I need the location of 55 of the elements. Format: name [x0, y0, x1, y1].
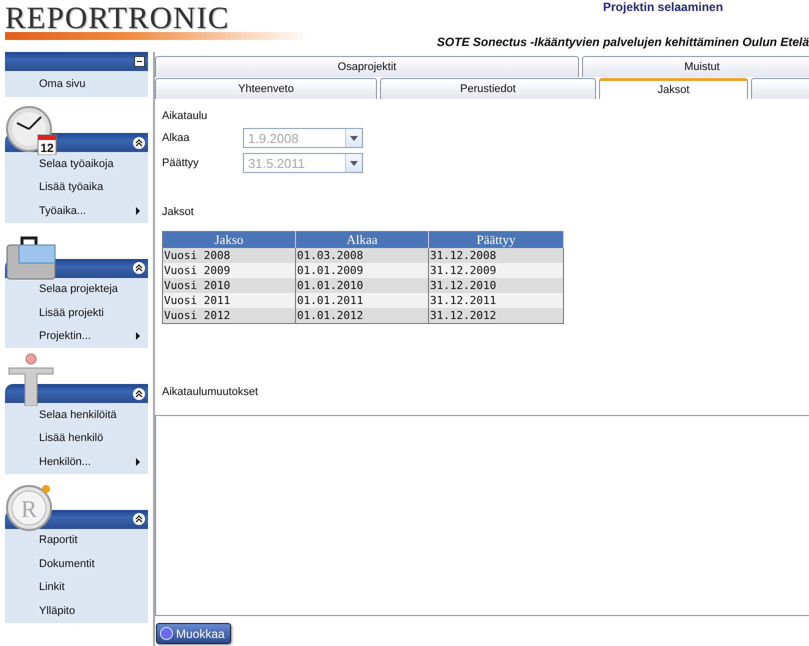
table-cell: 31.12.2012 — [428, 308, 564, 324]
page-title: Projektin selaaminen — [603, 0, 724, 14]
table-cell: 31.12.2009 — [428, 263, 564, 278]
table-cell: Vuosi 2011 — [162, 293, 296, 308]
briefcase-icon — [6, 236, 56, 279]
column-header: Alkaa — [296, 232, 428, 248]
menu-item[interactable]: Selaa projekteja — [5, 278, 148, 301]
menu-item[interactable]: Projektin... — [5, 324, 148, 348]
person-icon — [8, 354, 54, 406]
tab[interactable]: Perustiedot — [380, 78, 596, 99]
collapse-icon[interactable] — [134, 56, 145, 67]
menu-item[interactable]: Lisää työaika — [5, 176, 148, 199]
field-label: Alkaa — [162, 132, 191, 144]
table-cell: 31.12.2008 — [428, 248, 564, 263]
table-cell: Vuosi 2010 — [162, 278, 296, 293]
menu-item[interactable]: Linkit — [5, 576, 148, 599]
field-label: Päättyy — [162, 157, 200, 169]
logo: REPORTRONIC — [5, 0, 230, 36]
edit-button[interactable]: Muokkaa — [156, 623, 231, 644]
collapse-icon[interactable] — [133, 388, 145, 400]
tab[interactable]: Yhteenveto — [155, 78, 377, 99]
menu-item[interactable]: Oma sivu — [5, 71, 148, 97]
menu-item[interactable]: Raportit — [5, 528, 148, 552]
menu-item[interactable]: Lisää henkilö — [5, 426, 148, 450]
collapse-icon[interactable] — [133, 513, 145, 525]
circle-icon — [160, 627, 173, 640]
field-label: Aikataulumuutokset — [162, 386, 259, 398]
table-cell: Vuosi 2009 — [162, 263, 296, 278]
table-cell: 01.01.2012 — [296, 308, 428, 324]
menu-item[interactable]: Työaika... — [5, 199, 148, 222]
project-title: SOTE Sonectus -Ikääntyvien palvelujen kehittäminen Oulun Etelä — [436, 35, 809, 49]
tab[interactable]: Osaprojektit — [155, 56, 579, 77]
section-label: Aikataulu — [162, 110, 208, 122]
table-cell: Vuosi 2012 — [162, 308, 296, 324]
table-cell: 31.12.2010 — [428, 278, 564, 293]
table-cell: 31.12.2011 — [428, 293, 564, 308]
section-label: Jaksot — [162, 206, 195, 218]
menu-item[interactable]: Henkilön... — [5, 450, 148, 474]
column-header: Jakso — [162, 232, 296, 248]
tab[interactable]: Muistut — [582, 56, 809, 77]
menu-item[interactable]: Ylläpito — [5, 599, 148, 622]
menu-item[interactable]: Selaa henkilöitä — [5, 403, 148, 426]
menu-item[interactable]: Dokumentit — [5, 552, 148, 576]
table-cell: Vuosi 2008 — [162, 248, 296, 263]
collapse-icon[interactable] — [133, 262, 145, 274]
collapse-icon[interactable] — [133, 136, 145, 148]
column-header: Päättyy — [428, 232, 564, 248]
table-cell: 01.01.2010 — [296, 278, 428, 293]
tab[interactable]: Jaksot — [599, 78, 748, 99]
menu-item[interactable]: Selaa työaikoja — [5, 152, 148, 176]
table-cell: 01.03.2008 — [296, 248, 428, 263]
tab[interactable] — [751, 78, 809, 99]
menu-item[interactable]: Lisää projekti — [5, 301, 148, 324]
table-cell: 01.01.2011 — [296, 293, 428, 308]
table-cell: 01.01.2009 — [296, 263, 428, 278]
